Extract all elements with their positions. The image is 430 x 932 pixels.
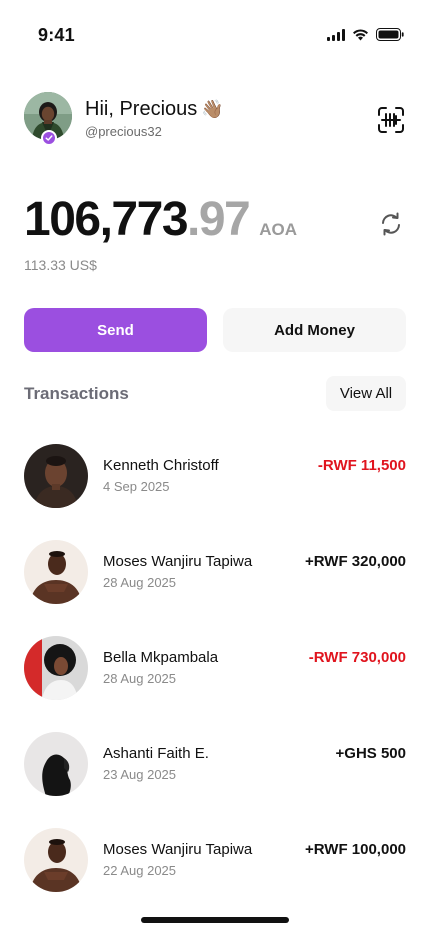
status-icons [327, 28, 404, 41]
transaction-date: 22 Aug 2025 [103, 863, 177, 878]
contact-avatar [24, 636, 88, 700]
transaction-amount: -RWF 11,500 [317, 457, 406, 474]
transaction-amount: +GHS 500 [335, 745, 406, 762]
switch-currency-button[interactable] [378, 211, 404, 237]
scan-icon [378, 107, 404, 133]
greeting-text: Hii, Precious [85, 98, 198, 120]
verified-badge-icon [41, 130, 57, 146]
send-button[interactable]: Send [24, 308, 207, 352]
contact-avatar [24, 444, 88, 508]
usd-equivalent: 113.33 US$ [24, 257, 97, 273]
contact-avatar [24, 732, 88, 796]
transaction-row[interactable]: Ashanti Faith E. 23 Aug 2025 +GHS 500 [24, 732, 406, 828]
contact-name: Bella Mkpambala [103, 649, 219, 666]
add-money-button[interactable]: Add Money [223, 308, 406, 352]
contact-avatar [24, 828, 88, 892]
transaction-row[interactable]: Moses Wanjiru Tapiwa 22 Aug 2025 +RWF 10… [24, 828, 406, 924]
contact-name: Moses Wanjiru Tapiwa [103, 841, 253, 858]
contact-name: Moses Wanjiru Tapiwa [103, 553, 253, 570]
status-time: 9:41 [38, 25, 75, 45]
username: @precious32 [85, 124, 162, 139]
transaction-row[interactable]: Bella Mkpambala 28 Aug 2025 -RWF 730,000 [24, 636, 406, 732]
contact-name: Kenneth Christoff [103, 457, 219, 474]
refresh-icon [382, 212, 400, 236]
balance-integer: 106,773 [24, 193, 189, 246]
profile-avatar[interactable] [24, 92, 74, 146]
contact-avatar [24, 540, 88, 604]
transactions-list: Kenneth Christoff 4 Sep 2025 -RWF 11,500… [24, 444, 406, 924]
transaction-amount: +RWF 320,000 [304, 553, 406, 570]
status-bar: 9:41 [0, 0, 430, 70]
view-all-button[interactable]: View All [326, 376, 406, 411]
transaction-date: 23 Aug 2025 [103, 767, 177, 782]
wifi-icon [352, 28, 369, 41]
transaction-row[interactable]: Kenneth Christoff 4 Sep 2025 -RWF 11,500 [24, 444, 406, 540]
greeting: Hii, Precious 👋🏽 [85, 98, 224, 121]
home-indicator[interactable] [141, 917, 289, 923]
scan-qr-button[interactable] [376, 106, 406, 134]
transaction-row[interactable]: Moses Wanjiru Tapiwa 28 Aug 2025 +RWF 32… [24, 540, 406, 636]
battery-icon [376, 28, 404, 41]
transaction-date: 28 Aug 2025 [103, 671, 177, 686]
balance-decimal: .97 [187, 193, 251, 246]
balance-currency: AOA [259, 220, 298, 239]
wave-emoji: 👋🏽 [201, 99, 224, 119]
balance-amount: 106,773 .97 AOA [24, 192, 297, 247]
transactions-title: Transactions [24, 384, 129, 403]
contact-name: Ashanti Faith E. [103, 745, 209, 762]
transaction-date: 4 Sep 2025 [103, 479, 170, 494]
transaction-amount: +RWF 100,000 [304, 841, 406, 858]
transaction-date: 28 Aug 2025 [103, 575, 177, 590]
transaction-amount: -RWF 730,000 [308, 649, 406, 666]
cellular-signal-icon [327, 28, 345, 41]
profile-header: Hii, Precious 👋🏽 @precious32 [24, 92, 406, 148]
